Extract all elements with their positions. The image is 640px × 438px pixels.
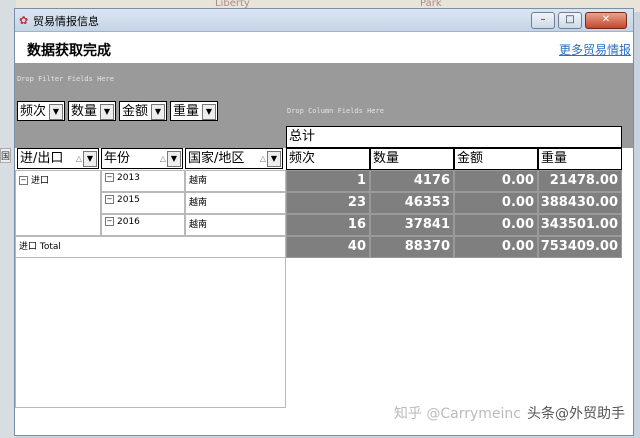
total-cell: 0.00 [454, 236, 538, 258]
field-label: 进/出口 [20, 151, 64, 166]
dropdown-arrow-icon[interactable]: ▼ [49, 104, 63, 120]
collapse-icon[interactable]: − [105, 173, 114, 182]
row-total-label: 进口 Total [15, 236, 286, 258]
data-cell: 0.00 [454, 192, 538, 214]
field-label: 国家/地区 [188, 151, 245, 166]
close-button[interactable]: ✕ [585, 12, 627, 29]
dropdown-arrow-icon[interactable]: ▼ [100, 104, 114, 120]
status-header: 数据获取完成 更多贸易情报 [15, 32, 633, 64]
row-header-area [15, 126, 286, 148]
app-icon: ✿ [19, 14, 29, 27]
row-label: 进口 [31, 176, 50, 186]
field-label: 频次 [20, 104, 47, 119]
data-cell: 46353 [370, 192, 454, 214]
filter-hint: Drop Filter Fields Here [17, 75, 114, 83]
dropdown-arrow-icon[interactable]: ▼ [83, 151, 97, 167]
sort-icon: △ [259, 154, 266, 163]
row-direction-cell: − 进口 [15, 170, 101, 236]
row-field-year[interactable]: 年份 △ ▼ [101, 148, 183, 169]
watermark-ghost: 知乎 @Carrymeinc [393, 406, 521, 422]
row-country-cell: 越南 [185, 192, 286, 214]
data-field-weight[interactable]: 重量 ▼ [170, 101, 218, 121]
row-year-cell: −2015 [101, 192, 185, 214]
maximize-button[interactable]: □ [558, 12, 582, 29]
dropdown-arrow-icon[interactable]: ▼ [151, 104, 165, 120]
row-country-cell: 越南 [185, 170, 286, 192]
row-label: 2016 [117, 217, 140, 227]
field-label: 年份 [104, 151, 131, 166]
row-field-direction[interactable]: 进/出口 △ ▼ [17, 148, 99, 169]
data-field-frequency[interactable]: 频次 ▼ [17, 101, 65, 121]
data-cell: 343501.00 [538, 214, 622, 236]
data-cell: 1 [286, 170, 370, 192]
data-field-amount[interactable]: 金额 ▼ [119, 101, 167, 121]
value-header-amount: 金额 [454, 148, 538, 170]
row-year-cell: −2013 [101, 170, 185, 192]
collapse-icon[interactable]: − [19, 176, 28, 185]
field-label: 数量 [71, 104, 98, 119]
sort-icon: △ [159, 154, 166, 163]
total-cell: 40 [286, 236, 370, 258]
title-bar[interactable]: ✿ 贸易情报信息 – □ ✕ [15, 9, 633, 32]
row-label: 2015 [117, 195, 140, 205]
watermark: 知乎 @Carrymeinc 头条@外贸助手 [394, 403, 625, 423]
filter-drop-area[interactable]: Drop Filter Fields Here [15, 63, 633, 96]
side-label: 国 [0, 148, 12, 163]
dropdown-arrow-icon[interactable]: ▼ [267, 151, 281, 167]
data-cell: 388430.00 [538, 192, 622, 214]
minimize-button[interactable]: – [531, 12, 555, 29]
data-cell: 0.00 [454, 170, 538, 192]
data-cell: 23 [286, 192, 370, 214]
field-label: 金额 [122, 104, 149, 119]
status-heading: 数据获取完成 [27, 43, 111, 59]
total-cell: 753409.00 [538, 236, 622, 258]
data-field-area[interactable]: 频次 ▼ 数量 ▼ 金额 ▼ 重量 ▼ Drop Column Fields Here [15, 96, 633, 126]
watermark-text: 头条@外贸助手 [527, 406, 625, 422]
grand-total-header: 总计 [286, 126, 622, 148]
collapse-icon[interactable]: − [105, 217, 114, 226]
value-header-quantity: 数量 [370, 148, 454, 170]
data-cell: 16 [286, 214, 370, 236]
data-cell: 4176 [370, 170, 454, 192]
dropdown-arrow-icon[interactable]: ▼ [167, 151, 181, 167]
collapse-icon[interactable]: − [105, 195, 114, 204]
trade-info-window: ✿ 贸易情报信息 – □ ✕ 数据获取完成 更多贸易情报 Drop Filter… [14, 8, 634, 436]
more-trade-info-link[interactable]: 更多贸易情报 [559, 41, 631, 58]
row-label: 2013 [117, 173, 140, 183]
data-field-quantity[interactable]: 数量 ▼ [68, 101, 116, 121]
data-cell: 0.00 [454, 214, 538, 236]
data-cell: 37841 [370, 214, 454, 236]
column-hint: Drop Column Fields Here [287, 107, 384, 115]
empty-grid-area [15, 258, 286, 408]
data-cell: 21478.00 [538, 170, 622, 192]
dropdown-arrow-icon[interactable]: ▼ [202, 104, 216, 120]
pivot-grid: Drop Filter Fields Here 频次 ▼ 数量 ▼ 金额 ▼ 重量 ▼ … [15, 63, 633, 435]
row-field-country[interactable]: 国家/地区 △ ▼ [185, 148, 283, 169]
window-title: 贸易情报信息 [33, 15, 99, 28]
total-cell: 88370 [370, 236, 454, 258]
sort-icon: △ [75, 154, 82, 163]
value-header-weight: 重量 [538, 148, 622, 170]
value-header-frequency: 频次 [286, 148, 370, 170]
row-country-cell: 越南 [185, 214, 286, 236]
row-year-cell: −2016 [101, 214, 185, 236]
field-label: 重量 [173, 104, 200, 119]
